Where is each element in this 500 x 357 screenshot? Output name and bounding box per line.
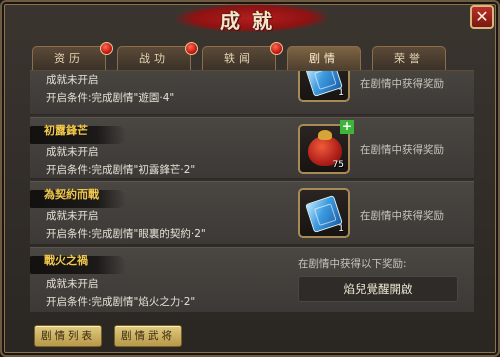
tab-juqing[interactable]: 剧情 [287, 46, 361, 70]
achievement-condition: 开启条件:完成剧情"遊園·4" [46, 92, 175, 104]
bag-knot [318, 130, 332, 140]
window-title-banner: 成就 [174, 2, 330, 36]
reward-count: 75 [332, 160, 344, 170]
blue-scroll-icon [305, 71, 343, 97]
story-list-button[interactable]: 剧情列表 [34, 325, 102, 347]
tab-bar: 资历 战功 轶闻 剧情 荣誉 [32, 42, 457, 70]
reward-item[interactable]: 1 [298, 71, 350, 102]
achievement-condition: 开启条件:完成剧情"焰火之力·2" [46, 296, 196, 308]
achievement-condition: 开启条件:完成剧情"眼裏的契約·2" [46, 228, 206, 240]
reward-count: 1 [338, 88, 344, 98]
achievement-title: 戰火之禍 [44, 254, 88, 267]
achievement-title: 為契約而戰 [44, 188, 99, 201]
achievement-status: 成就未开启 [46, 210, 99, 222]
achievement-list[interactable]: 成就未开启 开启条件:完成剧情"遊園·4" 1 在剧情中获得奖励 初露鋒芒 成就… [30, 70, 474, 317]
story-general-button[interactable]: 剧情武将 [114, 325, 182, 347]
tab-label: 荣誉 [394, 52, 424, 65]
reward-item[interactable]: + 75 [298, 120, 354, 174]
notification-dot-icon [100, 42, 113, 55]
achievement-row: 成就未开启 开启条件:完成剧情"遊園·4" 1 在剧情中获得奖励 [30, 71, 474, 115]
tab-label: 资历 [54, 52, 84, 65]
reward-note: 在剧情中获得奖励 [360, 144, 444, 156]
achievement-condition: 开启条件:完成剧情"初露鋒芒·2" [46, 164, 196, 176]
achievement-status: 成就未开启 [46, 278, 99, 290]
tab-rongyu[interactable]: 荣誉 [372, 46, 446, 70]
plus-icon: + [340, 119, 354, 134]
reward-item[interactable]: 1 [298, 188, 350, 238]
notification-dot-icon [185, 42, 198, 55]
tab-yiwen[interactable]: 轶闻 [202, 42, 283, 70]
reward-note: 在剧情中获得奖励 [360, 78, 444, 90]
tab-label: 剧情 [309, 52, 339, 65]
window-title: 成就 [220, 8, 284, 33]
achievement-row: 初露鋒芒 成就未开启 开启条件:完成剧情"初露鋒芒·2" + 75 在剧情中获得… [30, 117, 474, 179]
close-button[interactable]: ✕ [470, 5, 494, 29]
tab-zhangong[interactable]: 战功 [117, 42, 198, 70]
achievement-row: 戰火之禍 成就未开启 开启条件:完成剧情"焰火之力·2" 在剧情中获得以下奖励:… [30, 247, 474, 313]
achievement-status: 成就未开启 [46, 74, 99, 86]
notification-dot-icon [270, 42, 283, 55]
reward-text-box: 焰兒覺醒開啟 [298, 276, 458, 302]
reward-header: 在剧情中获得以下奖励: [298, 258, 407, 270]
reward-count: 1 [338, 224, 344, 234]
tab-label: 战功 [139, 52, 169, 65]
achievement-window: 成就 ✕ 资历 战功 轶闻 剧情 荣誉 成就未开启 开启条件:完成剧情"遊園·4… [0, 0, 500, 357]
reward-note: 在剧情中获得奖励 [360, 210, 444, 222]
achievement-title: 初露鋒芒 [44, 124, 88, 137]
tab-label: 轶闻 [224, 52, 254, 65]
achievement-row: 為契約而戰 成就未开启 开启条件:完成剧情"眼裏的契約·2" 1 在剧情中获得奖… [30, 181, 474, 245]
blue-scroll-icon [305, 195, 343, 233]
achievement-status: 成就未开启 [46, 146, 99, 158]
tab-zili[interactable]: 资历 [32, 42, 113, 70]
